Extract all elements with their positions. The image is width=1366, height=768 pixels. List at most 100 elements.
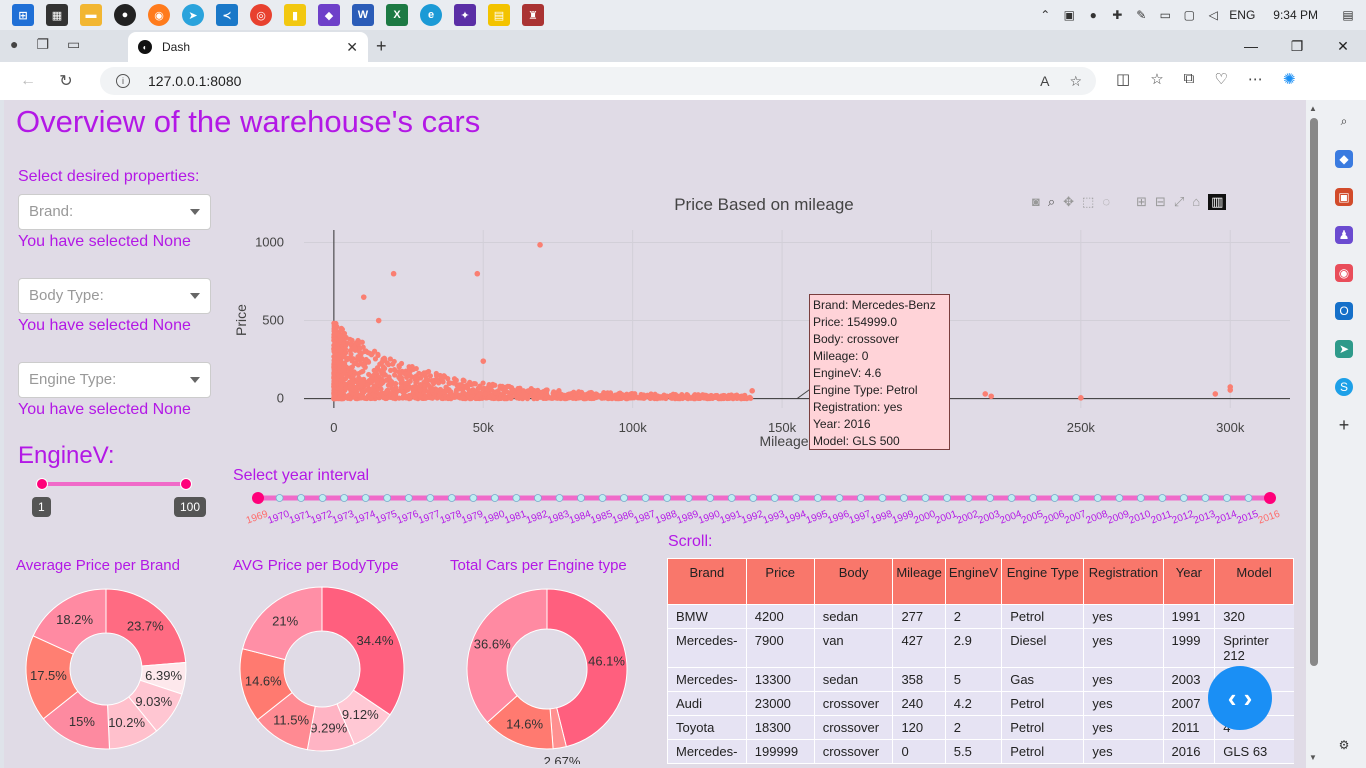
task-view-icon[interactable]: ▦	[46, 4, 68, 26]
pan-icon[interactable]: ✥	[1063, 194, 1074, 210]
favorite-star-icon[interactable]: ☆	[1069, 73, 1082, 90]
table-cell[interactable]: 13300	[745, 667, 815, 692]
table-cell[interactable]: Toyota	[667, 715, 747, 740]
table-header-cell[interactable]: Mileage	[892, 558, 946, 605]
table-header-cell[interactable]: EngineV	[944, 558, 1003, 605]
notifications-icon[interactable]: ▤	[1340, 7, 1356, 23]
enginev-max-handle[interactable]	[180, 478, 192, 490]
notes-icon[interactable]: ▤	[488, 4, 510, 26]
table-cell[interactable]: yes	[1083, 667, 1164, 692]
table-cell[interactable]: 7900	[745, 628, 815, 668]
pie-body-chart[interactable]: 34.4% 9.12%9.29%11.5% 14.6% 21%	[227, 574, 417, 764]
table-cell[interactable]: 2003	[1162, 667, 1215, 692]
sidebar-skype-icon[interactable]: S	[1335, 378, 1353, 396]
pie-engine-chart[interactable]: 46.1% 2.67% 14.6% 36.6%	[452, 574, 642, 764]
table-cell[interactable]: Mercedes-	[667, 667, 747, 692]
table-cell[interactable]: Petrol	[1001, 691, 1084, 716]
network-icon[interactable]: ▢	[1181, 7, 1197, 23]
zoom-out-icon[interactable]: ⊟	[1155, 194, 1166, 210]
box-select-icon[interactable]: ⬚	[1082, 194, 1094, 210]
table-cell[interactable]: 427	[892, 628, 946, 668]
table-cell[interactable]: Petrol	[1001, 604, 1084, 629]
dash-debug-button[interactable]: ‹ ›	[1208, 666, 1272, 730]
table-cell[interactable]: 4200	[745, 604, 815, 629]
camera-icon[interactable]: ◙	[1032, 194, 1040, 210]
table-cell[interactable]: Mercedes-	[667, 628, 747, 668]
zoom-icon[interactable]: ⌕	[1048, 194, 1055, 210]
split-screen-icon[interactable]: ◫	[1116, 70, 1130, 88]
sidebar-outlook-icon[interactable]: O	[1335, 302, 1353, 320]
tray-app-icon[interactable]: ▣	[1061, 7, 1077, 23]
sidebar-add-icon[interactable]: +	[1335, 415, 1353, 435]
workspaces-icon[interactable]: ❐	[36, 36, 49, 53]
table-cell[interactable]: 2007	[1162, 691, 1215, 716]
clock[interactable]: 9:34 PM	[1273, 8, 1318, 22]
table-cell[interactable]: Diesel	[1001, 628, 1084, 668]
url-text[interactable]: 127.0.0.1:8080	[148, 73, 241, 89]
profile-icon[interactable]: ●	[10, 36, 18, 53]
address-bar[interactable]: i 127.0.0.1:8080 A ☆	[100, 67, 1096, 95]
table-cell[interactable]: 1991	[1162, 604, 1215, 629]
restore-icon[interactable]: ❐	[1274, 30, 1320, 62]
autoscale-icon[interactable]: ⤢	[1174, 194, 1184, 210]
table-row[interactable]: Audi 23000 crossover 240 4.2 Petrol yes 2007	[667, 691, 1294, 716]
enginev-min-handle[interactable]	[36, 478, 48, 490]
firefox-icon[interactable]: ◉	[148, 4, 170, 26]
word-icon[interactable]: W	[352, 4, 374, 26]
table-cell[interactable]: yes	[1083, 604, 1164, 629]
table-cell[interactable]: crossover	[813, 739, 893, 764]
table-row[interactable]: Mercedes- 199999 crossover 0 5.5 Petrol yes 201…	[667, 739, 1294, 764]
scrollbar-thumb[interactable]	[1310, 118, 1318, 666]
table-cell[interactable]: Audi	[667, 691, 747, 716]
table-header-cell[interactable]: Brand	[667, 558, 747, 605]
refresh-icon[interactable]: ↻	[56, 71, 76, 91]
sidebar-search-icon[interactable]: ⌕	[1335, 112, 1353, 130]
sidebar-tools-icon[interactable]: ▣	[1335, 188, 1353, 206]
lasso-icon[interactable]: ◌	[1102, 194, 1110, 210]
table-cell[interactable]: 1999	[1162, 628, 1215, 668]
table-cell[interactable]: Mercedes-	[667, 739, 747, 764]
zoom-in-icon[interactable]: ⊞	[1136, 194, 1147, 210]
language-indicator[interactable]: ENG	[1229, 8, 1255, 22]
reset-axes-icon[interactable]: ⌂	[1192, 194, 1200, 210]
table-cell[interactable]: 2	[944, 604, 1002, 629]
table-header-cell[interactable]: Year	[1162, 558, 1216, 605]
table-cell[interactable]: Petrol	[1001, 739, 1084, 764]
table-cell[interactable]: van	[813, 628, 893, 668]
table-cell[interactable]: BMW	[667, 604, 747, 629]
table-cell[interactable]: 0	[892, 739, 946, 764]
table-cell[interactable]: 5	[944, 667, 1002, 692]
pie-brand-chart[interactable]: 23.7% 6.39% 9.03% 10.2% 15% 17.5% 18.2%	[11, 574, 201, 764]
browser-tab[interactable]: ◐ Dash ✕	[128, 32, 368, 62]
table-cell[interactable]: yes	[1083, 691, 1164, 716]
table-header-cell[interactable]: Model	[1214, 558, 1294, 605]
table-header-cell[interactable]: Body	[813, 558, 894, 605]
sidebar-settings-icon[interactable]: ⚙	[1335, 736, 1353, 754]
excel-icon[interactable]: X	[386, 4, 408, 26]
powerbi-icon[interactable]: ▮	[284, 4, 306, 26]
table-header-cell[interactable]: Price	[745, 558, 815, 605]
app-icon[interactable]: ✦	[454, 4, 476, 26]
table-cell[interactable]: GLS 63	[1214, 739, 1294, 764]
scatter-chart[interactable]: Price Based on mileage Price Mileage 0 50…	[224, 180, 1304, 450]
table-cell[interactable]: 2016	[1162, 739, 1215, 764]
tray-security-icon[interactable]: ✚	[1109, 7, 1125, 23]
table-cell[interactable]: 4.2	[944, 691, 1002, 716]
new-tab-icon[interactable]: +	[376, 36, 387, 57]
chevron-up-icon[interactable]: ⌃	[1037, 7, 1053, 23]
edge-icon[interactable]: e	[420, 4, 442, 26]
table-cell[interactable]: 199999	[745, 739, 815, 764]
table-cell[interactable]: 240	[892, 691, 946, 716]
telegram-icon[interactable]: ➤	[182, 4, 204, 26]
table-cell[interactable]: crossover	[813, 715, 893, 740]
read-aloud-icon[interactable]: A	[1040, 73, 1049, 90]
sidebar-send-icon[interactable]: ➤	[1335, 340, 1353, 358]
table-cell[interactable]: 2011	[1162, 715, 1215, 740]
engine-type-dropdown[interactable]: Engine Type:	[18, 362, 211, 398]
table-cell[interactable]: yes	[1083, 715, 1164, 740]
page-scrollbar[interactable]: ▲ ▼	[1306, 100, 1322, 768]
more-menu-icon[interactable]: ⋯	[1248, 70, 1263, 88]
table-cell[interactable]: 2	[944, 715, 1002, 740]
tray-github-icon[interactable]: ●	[1085, 7, 1101, 23]
table-cell[interactable]: 2.9	[944, 628, 1002, 668]
